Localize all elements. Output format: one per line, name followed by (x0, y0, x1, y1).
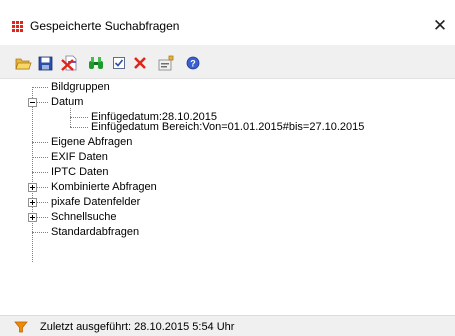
tree-line (32, 142, 48, 143)
tree-line (37, 217, 48, 218)
delete-icon (61, 55, 77, 71)
remove-button[interactable] (131, 54, 149, 72)
tree-line (37, 187, 48, 188)
tree-item-pixafe-datenfelder[interactable]: pixafe Datenfelder (51, 196, 140, 208)
save-icon (38, 56, 52, 70)
tree-line (37, 102, 48, 103)
tree-item-standardabfragen[interactable]: Standardabfragen (51, 226, 139, 238)
tree-item-einfuegedatum-bereich[interactable]: Einfügedatum Bereich:Von=01.01.2015#bis=… (91, 121, 364, 133)
query-tree: Bildgruppen Datum Einfügedatum:28.10.201… (0, 79, 455, 315)
checkbox-icon (113, 57, 125, 69)
delete-button[interactable] (61, 54, 79, 72)
tree-line (32, 87, 33, 262)
app-grid-icon (12, 21, 24, 33)
remove-x-icon (134, 57, 146, 69)
expand-toggle-schnellsuche[interactable] (28, 213, 37, 222)
close-button[interactable]: ✕ (428, 14, 452, 38)
tree-line (37, 202, 48, 203)
tree-line (32, 232, 48, 233)
open-folder-icon (14, 58, 32, 69)
tree-line (32, 157, 48, 158)
help-icon: ? (186, 56, 200, 70)
title-bar: Gespeicherte Suchabfragen ✕ (0, 0, 455, 45)
status-bar: Zuletzt ausgeführt: 28.10.2015 5:54 Uhr (0, 315, 455, 336)
collapse-toggle-datum[interactable] (28, 98, 37, 107)
search-button[interactable] (87, 54, 105, 72)
funnel-icon (14, 321, 28, 333)
expand-toggle-kombinierte-abfragen[interactable] (28, 183, 37, 192)
tree-line (70, 127, 88, 128)
tree-item-eigene-abfragen[interactable]: Eigene Abfragen (51, 136, 132, 148)
expand-toggle-pixafe-datenfelder[interactable] (28, 198, 37, 207)
tree-item-exif-daten[interactable]: EXIF Daten (51, 151, 108, 163)
search-binoculars-icon (89, 57, 103, 69)
toolbar: ? (0, 45, 455, 79)
tree-item-datum[interactable]: Datum (51, 96, 83, 108)
open-folder-button[interactable] (14, 54, 32, 72)
tree-item-bildgruppen[interactable]: Bildgruppen (51, 81, 110, 93)
tree-item-kombinierte-abfragen[interactable]: Kombinierte Abfragen (51, 181, 157, 193)
save-button[interactable] (36, 54, 54, 72)
last-run-status: Zuletzt ausgeführt: 28.10.2015 5:54 Uhr (40, 321, 235, 333)
properties-button[interactable] (157, 54, 175, 72)
tree-item-schnellsuche[interactable]: Schnellsuche (51, 211, 116, 223)
tree-line (70, 117, 88, 118)
tree-line (32, 172, 48, 173)
properties-icon (158, 55, 174, 71)
svg-text:?: ? (190, 59, 196, 69)
help-button[interactable]: ? (184, 54, 202, 72)
tree-item-iptc-daten[interactable]: IPTC Daten (51, 166, 108, 178)
window-title: Gespeicherte Suchabfragen (30, 19, 180, 33)
tree-line (32, 87, 48, 88)
check-button[interactable] (110, 54, 128, 72)
